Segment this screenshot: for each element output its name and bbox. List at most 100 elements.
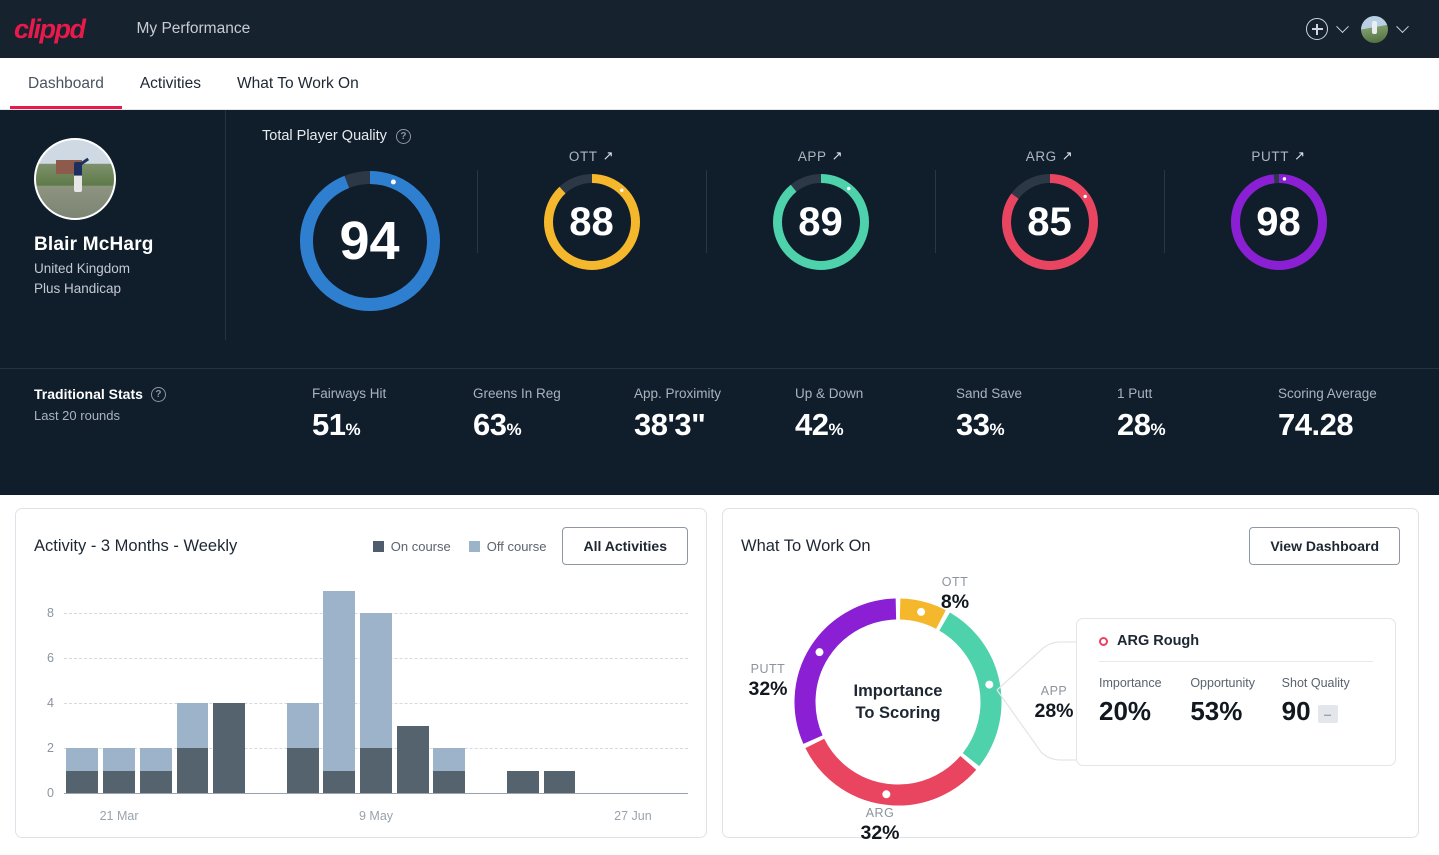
question-mark-icon-stats[interactable]: ? (150, 386, 166, 402)
gauge-arg[interactable]: ARG ↗ 85 (935, 148, 1164, 271)
chart-y-tick-label: 2 (47, 741, 54, 756)
metric-label-importance: Importance (1099, 676, 1162, 690)
chart-bar[interactable] (396, 725, 429, 793)
gauge-label-app: APP ↗ (798, 148, 843, 164)
tab-what-to-work-on[interactable]: What To Work On (219, 58, 377, 109)
all-activities-button[interactable]: All Activities (562, 527, 688, 565)
stat-label: Fairways Hit (312, 386, 387, 401)
stat-sand-save: Sand Save 33% (956, 386, 1117, 443)
chart-bar[interactable] (176, 703, 209, 793)
clippd-logo[interactable]: clippd (10, 14, 86, 45)
chart-x-tick-label: 9 May (358, 809, 394, 823)
chart-bar[interactable] (506, 770, 539, 793)
detail-card-divider (1099, 661, 1373, 662)
bar-segment-off-course (176, 703, 209, 749)
stat-label: App. Proximity (634, 386, 722, 401)
performance-hero-panel: Blair McHarg United Kingdom Plus Handica… (0, 110, 1439, 495)
chart-y-tick-label: 8 (47, 606, 54, 621)
player-name: Blair McHarg (34, 234, 154, 255)
bar-segment-off-course (103, 748, 135, 771)
gauge-ring: 88 (543, 173, 641, 271)
stats-values-row: Fairways Hit 51% Greens In Reg 63% App. Prox… (312, 386, 1439, 443)
player-country: United Kingdom (34, 261, 131, 276)
importance-donut-chart[interactable]: Importance To Scoring (783, 587, 1013, 817)
bar-segment-on-course (323, 770, 356, 793)
stat-value: 51% (312, 407, 361, 442)
circle-outline-icon (1099, 636, 1108, 646)
donut-center-line1: Importance (853, 681, 943, 700)
gauge-ring: 94 (299, 170, 441, 312)
chart-bar[interactable] (360, 613, 392, 793)
gauge-value: 85 (1027, 199, 1072, 244)
chevron-down-icon-profile[interactable] (1396, 19, 1409, 33)
gauge-value: 98 (1256, 199, 1301, 244)
chart-bar[interactable] (433, 748, 466, 793)
stat-greens-in-reg: Greens In Reg 63% (473, 386, 634, 443)
chart-gridline (64, 793, 688, 794)
metric-opportunity: Opportunity 53% (1190, 676, 1281, 727)
chart-bar[interactable] (323, 591, 356, 793)
top-bar-actions (1306, 15, 1417, 43)
stat-scoring-average: Scoring Average 74.28 (1278, 386, 1439, 443)
stat-label: Sand Save (956, 386, 1023, 401)
stat-unit: % (345, 420, 361, 439)
stat-up-down: Up & Down 42% (795, 386, 956, 443)
bar-segment-on-course (103, 770, 135, 793)
activity-chart-legend: On course Off course (372, 538, 546, 554)
chevron-down-icon-add[interactable] (1336, 19, 1349, 33)
nav-section-title[interactable]: My Performance (137, 20, 251, 38)
gauge-app[interactable]: APP ↗ 89 (706, 148, 935, 271)
gauge-ott[interactable]: OTT ↗ 88 (477, 148, 706, 271)
bar-segment-on-course (176, 748, 209, 793)
stat-app-proximity: App. Proximity 38'3" (634, 386, 795, 443)
activity-bar-chart: 0 2 4 6 8 21 Mar 9 May 27 Jun (16, 581, 706, 836)
bar-segment-off-course (433, 748, 466, 771)
donut-label-putt: PUTT 32% (748, 662, 787, 701)
bar-segment-on-course (433, 770, 466, 793)
tab-dashboard[interactable]: Dashboard (10, 58, 122, 109)
gauge-label-putt: PUTT ↗ (1251, 148, 1305, 164)
stat-label: Scoring Average (1278, 386, 1377, 401)
metric-importance: Importance 20% (1099, 676, 1190, 727)
gauge-value: 94 (339, 211, 400, 271)
gauge-total-player-quality[interactable]: 94 (262, 148, 477, 312)
metric-value-importance: 20% (1099, 696, 1152, 726)
traditional-stats-label: Traditional Stats ? Last 20 rounds (0, 386, 312, 423)
stat-label: Up & Down (795, 386, 864, 401)
traditional-stats-row: Traditional Stats ? Last 20 rounds Fairw… (0, 368, 1439, 495)
chart-bar[interactable] (213, 703, 246, 793)
chart-x-tick-label: 27 Jun (614, 809, 652, 823)
stat-1-putt: 1 Putt 28% (1117, 386, 1278, 443)
bar-segment-off-course (323, 591, 356, 771)
view-dashboard-button[interactable]: View Dashboard (1249, 527, 1400, 565)
player-handicap: Plus Handicap (34, 281, 122, 296)
bar-segment-on-course (543, 770, 576, 793)
gauge-putt[interactable]: PUTT ↗ 98 (1164, 148, 1393, 271)
metric-label-opportunity: Opportunity (1190, 676, 1255, 690)
arg-rough-detail-card[interactable]: ARG Rough Importance 20% Opportunity 53%… (1076, 618, 1396, 766)
chart-bar[interactable] (66, 748, 99, 793)
chart-bar[interactable] (286, 703, 319, 793)
user-avatar[interactable] (1361, 15, 1388, 43)
chart-bar[interactable] (103, 748, 135, 793)
gauge-label-ott: OTT ↗ (569, 148, 614, 164)
activity-card: Activity - 3 Months - Weekly On course O… (15, 508, 707, 838)
stat-value: 63% (473, 407, 522, 442)
main-tab-bar: Dashboard Activities What To Work On (0, 58, 1439, 110)
gauge-label-text: OTT (568, 148, 598, 164)
stat-value: 42% (795, 407, 844, 442)
tab-activities[interactable]: Activities (122, 58, 219, 109)
chart-bar[interactable] (543, 770, 576, 793)
stat-value: 38'3" (634, 407, 706, 442)
trend-up-arrow-icon: ↗ (1061, 148, 1074, 163)
bar-segment-on-course (213, 703, 246, 793)
bar-segment-on-course (66, 770, 99, 793)
question-mark-icon-tpq[interactable]: ? (395, 128, 411, 144)
bar-segment-on-course (506, 770, 539, 793)
legend-swatch-off-course (468, 540, 480, 552)
plus-circle-icon[interactable] (1306, 18, 1328, 40)
gauge-label-text: PUTT (1251, 148, 1290, 164)
tpq-title: Total Player Quality (262, 128, 387, 144)
chart-bar[interactable] (139, 748, 172, 793)
legend-label-on-course: On course (390, 538, 451, 554)
